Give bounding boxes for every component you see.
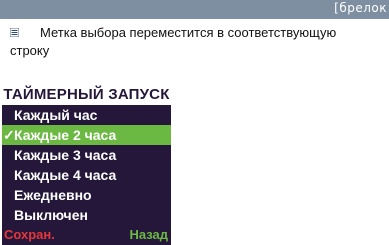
softkey-bar: Сохран. Назад — [2, 225, 171, 245]
menu-list: Каждый час ✓ Каждые 2 часа Каждые 3 часа… — [2, 105, 171, 225]
back-softkey[interactable]: Назад — [129, 225, 168, 245]
menu-item-every-2-hours[interactable]: ✓ Каждые 2 часа — [2, 125, 171, 145]
screen-title: ТАЙМЕРНЫЙ ЗАПУСК — [2, 84, 171, 105]
menu-item-label: Выключен — [14, 207, 88, 223]
menu-item-off[interactable]: Выключен — [2, 205, 171, 225]
check-mark-icon: ✓ — [3, 127, 15, 143]
header-label: [брелок — [334, 1, 387, 15]
save-softkey[interactable]: Сохран. — [4, 225, 55, 245]
menu-item-every-4-hours[interactable]: Каждые 4 часа — [2, 165, 171, 185]
menu-item-label: Каждый час — [14, 107, 98, 123]
header-bar: [брелок — [0, 0, 389, 19]
menu-item-every-3-hours[interactable]: Каждые 3 часа — [2, 145, 171, 165]
instruction-text: Метка выбора переместится в соответствую… — [10, 25, 337, 58]
menu-item-label: Каждые 4 часа — [14, 167, 117, 183]
device-screen: ТАЙМЕРНЫЙ ЗАПУСК Каждый час ✓ Каждые 2 ч… — [2, 84, 171, 245]
menu-item-daily[interactable]: Ежедневно — [2, 185, 171, 205]
menu-item-label: Каждые 2 часа — [14, 127, 117, 143]
menu-item-label: Ежедневно — [14, 187, 92, 203]
menu-item-label: Каждые 3 часа — [14, 147, 117, 163]
menu-item-every-hour[interactable]: Каждый час — [2, 105, 171, 125]
